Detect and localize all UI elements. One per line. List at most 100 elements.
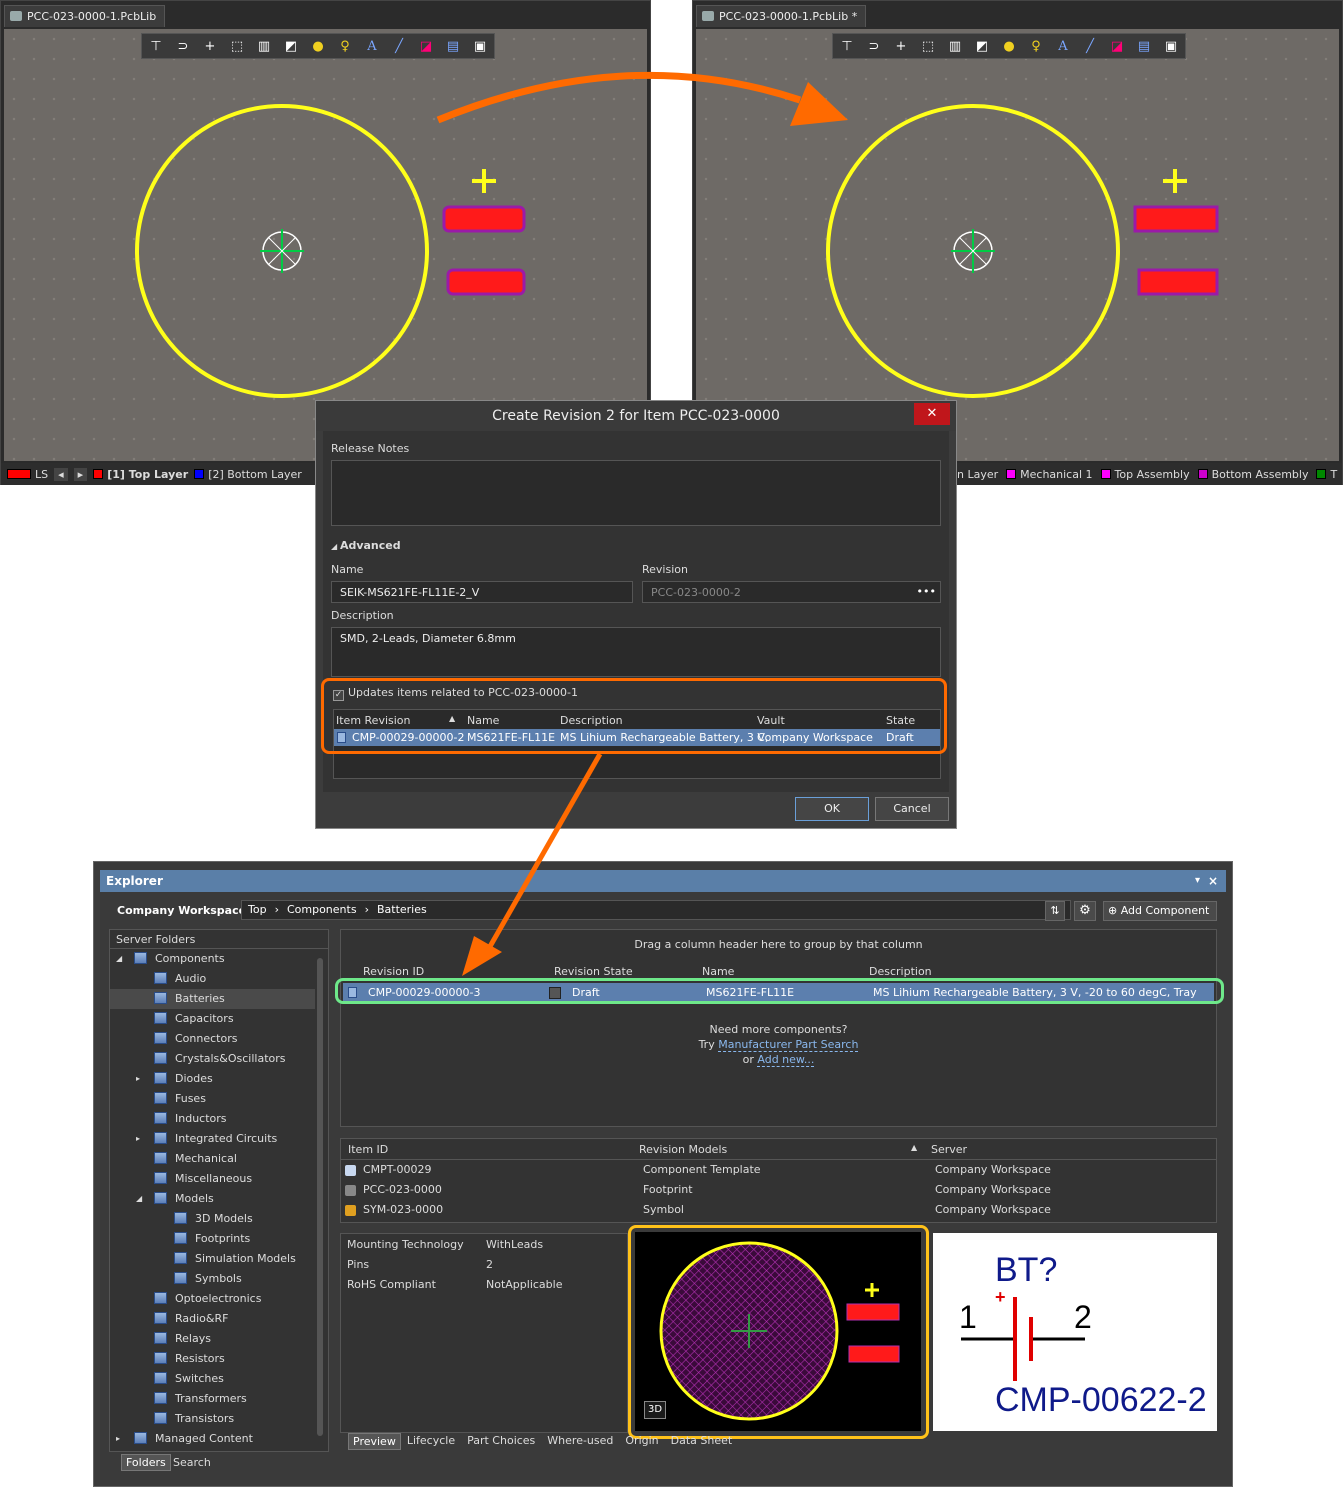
description-field[interactable]: SMD, 2-Leads, Diameter 6.8mm <box>331 627 941 677</box>
tree-item[interactable]: 3D Models <box>110 1209 315 1229</box>
symbol-preview[interactable]: BT? 1 2 + CMP-00622-2 <box>933 1233 1217 1431</box>
layer-top-assembly[interactable]: Top Assembly <box>1100 468 1190 481</box>
refresh-button[interactable]: ⇅ <box>1045 901 1065 921</box>
param-value: WithLeads <box>486 1238 544 1251</box>
tree-item[interactable]: Miscellaneous <box>110 1169 315 1189</box>
revision-more-button[interactable]: ••• <box>917 585 936 598</box>
tree-item-label: Relays <box>175 1332 211 1345</box>
model-item-id[interactable]: CMPT-00029 <box>363 1163 431 1176</box>
param-value: NotApplicable <box>486 1278 563 1291</box>
model-server[interactable]: Company Workspace <box>935 1203 1051 1216</box>
folder-icon <box>154 1032 167 1044</box>
tree-item[interactable]: ◢ Models <box>110 1189 315 1209</box>
tab-data-sheet[interactable]: Data Sheet <box>665 1433 739 1450</box>
tree-item[interactable]: Resistors <box>110 1349 315 1369</box>
tree-item[interactable]: Connectors <box>110 1029 315 1049</box>
add-new-link[interactable]: Add new... <box>757 1053 815 1067</box>
try-text: Try <box>698 1038 715 1051</box>
tree-item[interactable]: Fuses <box>110 1089 315 1109</box>
tree-item[interactable]: Footprints <box>110 1229 315 1249</box>
model-type[interactable]: Symbol <box>643 1203 684 1216</box>
folder-icon <box>174 1212 187 1224</box>
tree-item[interactable]: Mechanical <box>110 1149 315 1169</box>
col-grid-name[interactable]: Name <box>702 965 734 978</box>
tree-item-label: Diodes <box>175 1072 213 1085</box>
settings-gear-icon[interactable]: ⚙ <box>1074 901 1096 921</box>
folder-icon <box>154 1412 167 1424</box>
tree-item[interactable]: ▸ Integrated Circuits <box>110 1129 315 1149</box>
folder-icon <box>154 1152 167 1164</box>
layer-mechanical1[interactable]: Mechanical 1 <box>1006 468 1093 481</box>
col-server[interactable]: Server <box>931 1143 967 1156</box>
param-value: 2 <box>486 1258 493 1271</box>
tree-item[interactable]: Symbols <box>110 1269 315 1289</box>
tree-scrollbar[interactable] <box>317 958 323 1436</box>
manufacturer-part-search-link[interactable]: Manufacturer Part Search <box>718 1038 859 1052</box>
tab-origin[interactable]: Origin <box>619 1433 664 1450</box>
panel-close-icon[interactable]: × <box>1208 870 1218 892</box>
revision-field[interactable]: PCC-023-0000-2 ••• <box>642 581 941 603</box>
model-item-id[interactable]: PCC-023-0000 <box>363 1183 442 1196</box>
tree-item[interactable]: Simulation Models <box>110 1249 315 1269</box>
model-type[interactable]: Component Template <box>643 1163 761 1176</box>
layer-ls[interactable]: LS <box>7 468 48 481</box>
folder-icon <box>154 1392 167 1404</box>
layer-top[interactable]: [1] Top Layer <box>93 468 188 481</box>
collapsed-arrow-icon[interactable]: ▸ <box>116 1429 120 1449</box>
cancel-button[interactable]: Cancel <box>875 797 949 821</box>
more-components-text: Need more components? <box>709 1023 848 1036</box>
tree-item[interactable]: Optoelectronics <box>110 1289 315 1309</box>
ok-button[interactable]: OK <box>795 797 869 821</box>
tree-item[interactable]: Radio&RF <box>110 1309 315 1329</box>
name-field[interactable]: SEIK-MS621FE-FL11E-2_V <box>331 581 633 603</box>
tree-item[interactable]: Capacitors <box>110 1009 315 1029</box>
add-component-button[interactable]: ⊕ Add Component <box>1103 901 1217 921</box>
model-item-id[interactable]: SYM-023-0000 <box>363 1203 443 1216</box>
expanded-arrow-icon[interactable]: ◢ <box>136 1189 142 1209</box>
folder-icon <box>154 1012 167 1024</box>
layer-bottom-assembly[interactable]: Bottom Assembly <box>1197 468 1308 481</box>
folder-icon <box>154 1332 167 1344</box>
tree-item[interactable]: ▸ Managed Content <box>110 1429 315 1449</box>
description-label: Description <box>331 609 394 622</box>
panel-menu-icon[interactable]: ▾ <box>1195 870 1200 892</box>
collapsed-arrow-icon[interactable]: ▸ <box>136 1069 140 1089</box>
tree-item-label: Crystals&Oscillators <box>175 1052 286 1065</box>
tree-item[interactable]: Inductors <box>110 1109 315 1129</box>
tree-item[interactable]: Batteries <box>110 989 315 1009</box>
tab-where-used[interactable]: Where-used <box>541 1433 619 1450</box>
tree-item-label: Switches <box>175 1372 224 1385</box>
dialog-close-button[interactable]: ✕ <box>914 403 950 425</box>
tree-item[interactable]: Transistors <box>110 1409 315 1429</box>
layer-tab-partial[interactable]: n Layer <box>957 468 998 481</box>
tab-part-choices[interactable]: Part Choices <box>461 1433 541 1450</box>
tree-item-label: 3D Models <box>195 1212 253 1225</box>
tree-item[interactable]: Switches <box>110 1369 315 1389</box>
col-revision-models[interactable]: Revision Models <box>639 1143 727 1156</box>
release-notes-field[interactable] <box>331 460 941 526</box>
layer-scroll-left-icon[interactable]: ◂ <box>54 467 68 481</box>
tree-item[interactable]: Transformers <box>110 1389 315 1409</box>
col-item-id[interactable]: Item ID <box>348 1143 388 1156</box>
advanced-section-toggle[interactable]: ◢ Advanced <box>331 539 401 552</box>
layer-scroll-right-icon[interactable]: ▸ <box>73 467 88 481</box>
tree-item[interactable]: ▸ Diodes <box>110 1069 315 1089</box>
model-server[interactable]: Company Workspace <box>935 1163 1051 1176</box>
folder-icon <box>174 1252 187 1264</box>
preview-highlight <box>628 1225 929 1439</box>
tree-item-label: Managed Content <box>155 1432 253 1445</box>
col-grid-description[interactable]: Description <box>869 965 932 978</box>
collapsed-arrow-icon[interactable]: ▸ <box>136 1129 140 1149</box>
folders-tab[interactable]: Folders <box>121 1454 171 1471</box>
tree-item[interactable]: Relays <box>110 1329 315 1349</box>
search-tab[interactable]: Search <box>170 1455 214 1470</box>
model-server[interactable]: Company Workspace <box>935 1183 1051 1196</box>
tab-preview[interactable]: Preview <box>348 1433 401 1450</box>
folder-icon <box>154 1072 167 1084</box>
layer-bottom[interactable]: [2] Bottom Layer <box>194 468 302 481</box>
tab-lifecycle[interactable]: Lifecycle <box>401 1433 461 1450</box>
tree-item[interactable]: Crystals&Oscillators <box>110 1049 315 1069</box>
tree-item-label: Fuses <box>175 1092 206 1105</box>
model-type[interactable]: Footprint <box>643 1183 693 1196</box>
layer-t[interactable]: T <box>1316 468 1337 481</box>
